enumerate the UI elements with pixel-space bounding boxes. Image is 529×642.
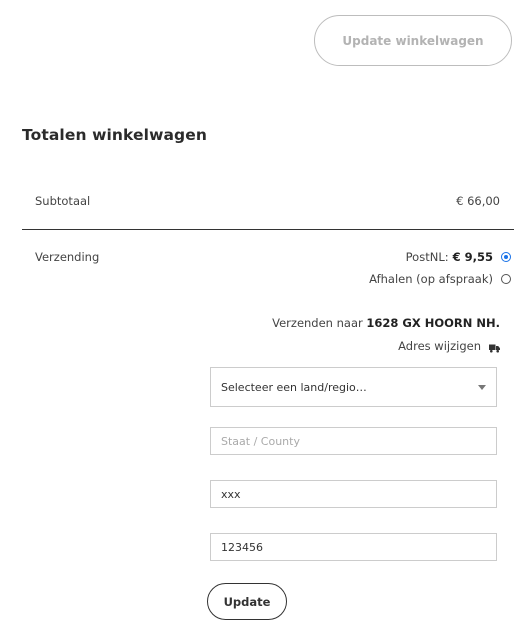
truck-icon [489,342,500,352]
postcode-input[interactable] [210,533,497,561]
shipping-label: Verzending [35,250,100,264]
cart-totals-title: Totalen winkelwagen [22,126,207,144]
country-select[interactable]: Selecteer een land/regio… [210,367,497,407]
shipping-option-postnl[interactable]: PostNL: € 9,55 [406,250,511,264]
shipping-destination-address: 1628 GX HOORN NH. [366,316,500,330]
shipping-option-postnl-label: PostNL: [405,250,449,264]
chevron-down-icon [478,384,486,390]
country-select-value: Selecteer een land/regio… [221,380,367,394]
pickup-radio[interactable] [501,274,511,284]
shipping-destination-prefix: Verzenden naar [272,316,363,330]
postnl-radio[interactable] [501,252,511,262]
shipping-option-pickup[interactable]: Afhalen (op afspraak) [369,272,511,286]
subtotal-value: € 66,00 [456,194,500,208]
shipping-option-pickup-label: Afhalen (op afspraak) [369,272,493,286]
change-address-link[interactable]: Adres wijzigen [398,339,500,353]
state-county-input[interactable] [210,427,497,455]
city-input[interactable] [210,480,497,508]
change-address-label: Adres wijzigen [398,339,481,353]
update-address-button[interactable]: Update [207,583,287,620]
update-cart-button[interactable]: Update winkelwagen [314,15,512,66]
totals-divider [22,229,514,230]
shipping-option-postnl-price: € 9,55 [452,250,493,264]
shipping-destination: Verzenden naar 1628 GX HOORN NH. [272,316,500,330]
subtotal-label: Subtotaal [35,194,91,208]
